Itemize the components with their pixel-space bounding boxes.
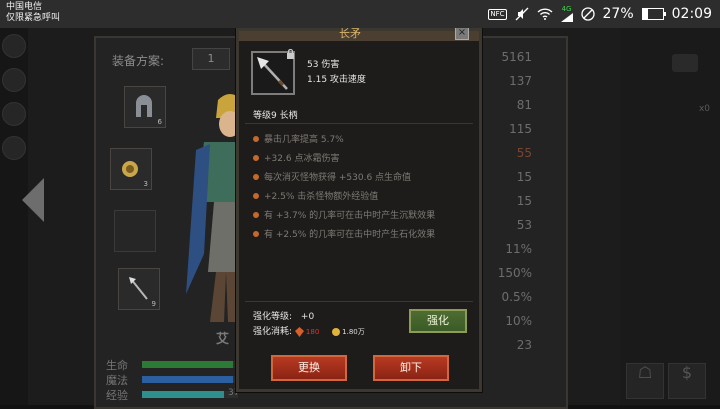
equip-slot-weapon[interactable]: 9	[118, 268, 160, 310]
stats-column: 5161 137 81 115 55 15 15 53 11% 150% 0.5% 10% 23	[486, 40, 550, 370]
equip-scheme-select[interactable]: 1	[192, 48, 230, 70]
stat-value: 10%	[505, 314, 532, 328]
exp-bar-row: 经验	[106, 389, 128, 402]
unequip-button[interactable]: 卸下	[373, 355, 449, 381]
menu-circle-icon[interactable]	[2, 136, 26, 160]
equip-slot-helmet[interactable]: 6	[124, 86, 166, 128]
stat-value: 53	[516, 218, 532, 232]
clock: 02:09	[671, 6, 712, 22]
bag-button[interactable]: ☖	[626, 363, 664, 399]
enhance-level: 强化等级: +0	[253, 312, 315, 322]
attribute-bullet-icon	[253, 230, 259, 237]
mute-icon	[515, 7, 529, 21]
equip-slot-amulet[interactable]: 3	[110, 148, 152, 190]
spear-icon	[129, 277, 148, 300]
amulet-icon	[122, 161, 138, 177]
hero-name: 艾	[216, 332, 230, 347]
item-attribute: +32.6 点冰霜伤害	[253, 151, 339, 164]
enhance-stone-icon	[294, 326, 304, 337]
stat-value: 0.5%	[501, 290, 533, 304]
stat-value: 55	[516, 146, 532, 160]
mp-bar-row: 魔法	[106, 374, 128, 387]
carrier-info: 中国电信 仅限紧急呼叫	[6, 2, 60, 24]
item-attribute: 有 +2.5% 的几率可在击中时产生石化效果	[253, 227, 435, 240]
stat-value: 150%	[497, 266, 532, 280]
item-attribute: +2.5% 击杀怪物额外经验值	[253, 189, 378, 202]
stat-value: 11%	[505, 242, 532, 256]
item-level-type: 等级9 长柄	[253, 111, 298, 121]
enhance-cost-item: 180	[305, 328, 320, 336]
menu-circle-icon[interactable]	[2, 102, 26, 126]
carrier-name: 中国电信	[6, 2, 43, 12]
prev-arrow-icon[interactable]	[22, 178, 44, 222]
exp-bar	[142, 391, 238, 398]
hp-bar	[142, 361, 238, 368]
stat-value: 23	[516, 338, 532, 352]
enhance-level-value: +0	[300, 312, 315, 322]
item-tooltip: 长矛 × 53 伤害 1.15 攻击速度 等级9 长柄 暴击几率提高 5.7% …	[236, 25, 482, 392]
right-count: x0	[698, 104, 710, 114]
attribute-bullet-icon	[253, 154, 259, 161]
tooltip-header: 长矛 ×	[239, 25, 479, 41]
enhance-cost-gold: 1.80万	[342, 328, 365, 336]
menu-circle-icon[interactable]	[2, 68, 26, 92]
stat-value: 15	[516, 170, 532, 184]
item-attribute: 每次消灭怪物获得 +530.6 点生命值	[253, 170, 411, 183]
equip-scheme-label: 装备方案:	[112, 54, 165, 68]
stat-value: 81	[516, 98, 532, 112]
battery-fill	[642, 9, 649, 19]
attribute-bullet-icon	[253, 192, 259, 199]
lock-icon[interactable]	[286, 49, 295, 59]
do-not-disturb-icon	[580, 7, 595, 21]
enhance-button[interactable]: 强化	[409, 309, 467, 333]
status-bar: 中国电信 仅限紧急呼叫 NFC 4G 27% 02:09	[0, 0, 720, 28]
item-damage: 53 伤害	[307, 60, 340, 70]
attribute-bullet-icon	[253, 135, 259, 142]
battery-percent: 27%	[602, 6, 634, 22]
item-attribute: 暴击几率提高 5.7%	[253, 132, 344, 145]
stat-value: 15	[516, 194, 532, 208]
hp-bar-row: 生命	[106, 359, 128, 372]
nfc-icon: NFC	[488, 8, 507, 20]
right-panel: x0 ☖ $	[620, 28, 720, 405]
helmet-icon	[136, 95, 152, 117]
mp-bar	[142, 376, 238, 383]
emergency-only-text: 仅限紧急呼叫	[6, 13, 61, 23]
attribute-bullet-icon	[253, 211, 259, 218]
replace-button[interactable]: 更换	[271, 355, 347, 381]
stat-value: 137	[509, 74, 532, 88]
creature-icon	[672, 54, 698, 72]
item-attack-speed: 1.15 攻击速度	[307, 75, 366, 85]
menu-circle-icon[interactable]	[2, 34, 26, 58]
enhance-cost: 强化消耗: 180 1.80万	[253, 326, 365, 337]
stat-value: 5161	[501, 50, 532, 64]
divider	[245, 301, 473, 302]
attribute-bullet-icon	[253, 173, 259, 180]
stat-value: 115	[509, 122, 532, 136]
signal-icon: 4G	[560, 6, 573, 22]
divider	[245, 123, 473, 124]
item-icon	[251, 49, 295, 95]
battery-icon	[641, 8, 666, 20]
equip-slot-empty[interactable]	[114, 210, 156, 252]
wifi-icon	[537, 8, 553, 20]
shop-button[interactable]: $	[668, 363, 706, 399]
item-attribute: 有 +3.7% 的几率可在击中时产生沉默效果	[253, 208, 435, 221]
gold-coin-icon	[332, 327, 341, 336]
spear-icon	[257, 57, 288, 90]
